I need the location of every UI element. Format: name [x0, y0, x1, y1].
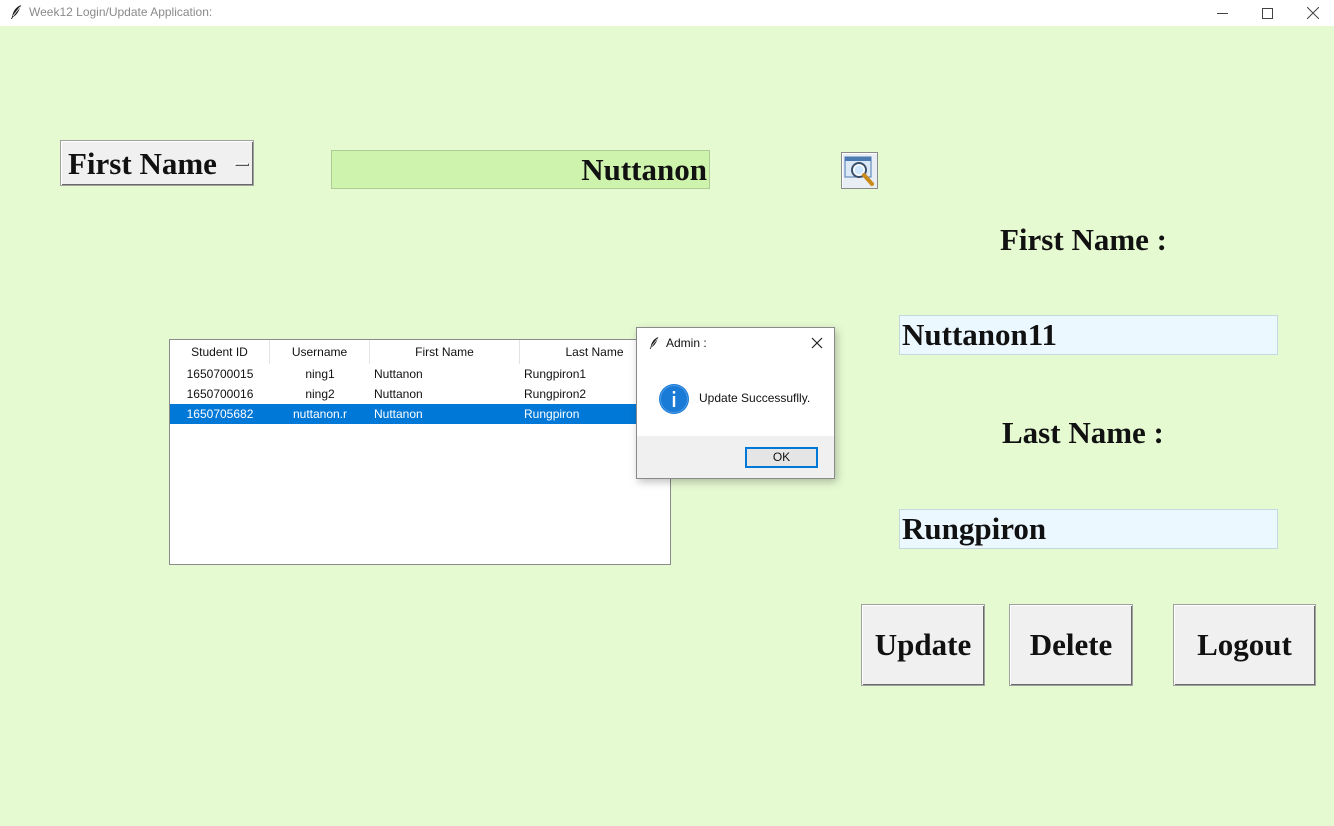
- cell-student-id: 1650705682: [186, 407, 254, 421]
- cell-student-id: 1650700016: [186, 387, 254, 401]
- info-icon: [659, 384, 689, 414]
- delete-button[interactable]: Delete: [1009, 604, 1133, 686]
- close-button[interactable]: [1290, 0, 1334, 26]
- first-name-input[interactable]: [900, 316, 1277, 354]
- search-input-box[interactable]: [331, 150, 710, 189]
- column-header-username[interactable]: Username: [270, 340, 370, 364]
- search-field-label: First Name: [68, 146, 217, 181]
- cell-student-id: 1650700015: [186, 367, 254, 381]
- feather-icon: [649, 337, 659, 349]
- table-row[interactable]: 1650700015 ning1 Nuttanon Rungpiron1: [170, 364, 670, 384]
- dropdown-indicator-icon: [235, 163, 249, 166]
- search-button[interactable]: [841, 152, 878, 189]
- close-icon: [1307, 7, 1319, 19]
- search-field-selector[interactable]: First Name: [60, 140, 254, 186]
- search-input[interactable]: [332, 151, 709, 188]
- cell-first-name: Nuttanon: [374, 367, 423, 381]
- dialog-message: Update Successuflly.: [699, 391, 811, 405]
- message-dialog: Admin : Update Successuflly. OK: [636, 327, 835, 479]
- close-icon[interactable]: [809, 335, 825, 351]
- ok-button[interactable]: OK: [745, 447, 818, 468]
- feather-icon: [11, 5, 21, 19]
- last-name-label: Last Name :: [1002, 415, 1164, 450]
- title-bar: Week12 Login/Update Application:: [0, 0, 1334, 26]
- column-header-first-name[interactable]: First Name: [370, 340, 520, 364]
- window-title: Week12 Login/Update Application:: [29, 5, 213, 19]
- last-name-field[interactable]: [899, 509, 1278, 549]
- table-row[interactable]: 1650700016 ning2 Nuttanon Rungpiron2: [170, 384, 670, 404]
- dialog-footer: OK: [637, 436, 834, 478]
- table-header: Student ID Username First Name Last Name: [170, 340, 670, 364]
- cell-first-name: Nuttanon: [374, 387, 423, 401]
- cell-username: nuttanon.r: [292, 407, 348, 421]
- maximize-icon: [1261, 7, 1273, 19]
- column-header-student-id[interactable]: Student ID: [170, 340, 270, 364]
- logout-button[interactable]: Logout: [1173, 604, 1316, 686]
- minimize-icon: [1216, 12, 1228, 14]
- table-row-selected[interactable]: 1650705682 nuttanon.r Nuttanon Rungpiron: [170, 404, 670, 424]
- magnifier-icon: [844, 156, 874, 186]
- first-name-field[interactable]: [899, 315, 1278, 355]
- cell-username: ning1: [305, 367, 335, 381]
- cell-username: ning2: [305, 387, 335, 401]
- dialog-title: Admin :: [666, 336, 707, 350]
- table-body: 1650700015 ning1 Nuttanon Rungpiron1 165…: [170, 364, 670, 424]
- last-name-input[interactable]: [900, 510, 1277, 548]
- maximize-button[interactable]: [1244, 0, 1290, 26]
- minimize-button[interactable]: [1199, 0, 1245, 26]
- update-button[interactable]: Update: [861, 604, 985, 686]
- first-name-label: First Name :: [1000, 222, 1167, 257]
- student-table[interactable]: Student ID Username First Name Last Name…: [169, 339, 671, 565]
- cell-first-name: Nuttanon: [374, 407, 423, 421]
